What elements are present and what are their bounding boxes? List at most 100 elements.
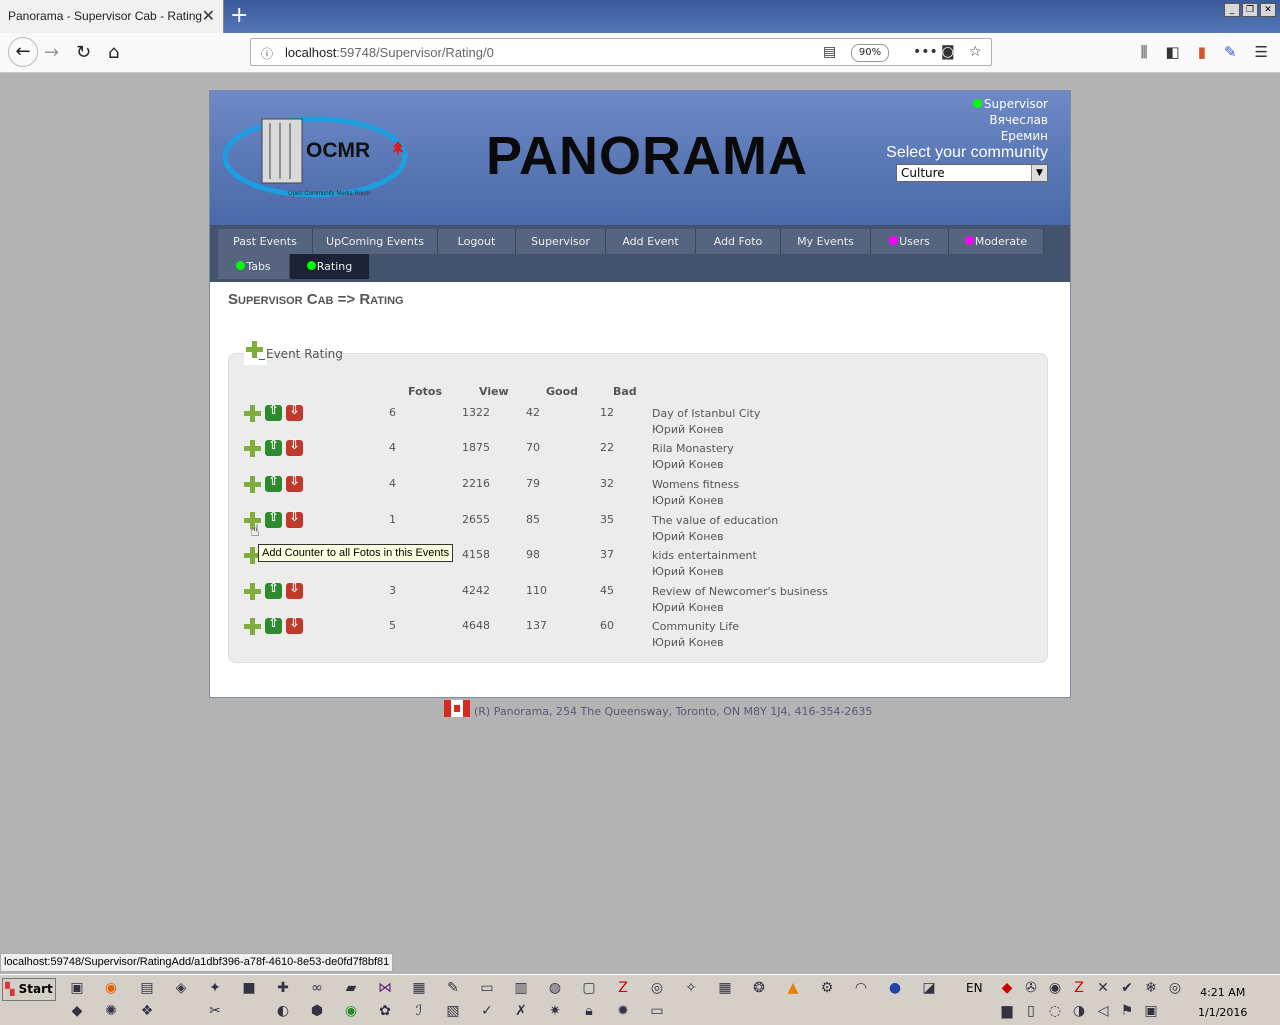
extension-2-icon[interactable]: ✎ bbox=[1224, 43, 1237, 61]
library-icon[interactable]: ⫼ bbox=[1141, 43, 1148, 61]
site-info-icon[interactable]: ⓘ bbox=[261, 45, 273, 62]
tray-icon[interactable]: Z bbox=[1068, 978, 1090, 998]
language-indicator[interactable]: EN bbox=[966, 981, 983, 995]
arrow-down-icon[interactable]: ⇩ bbox=[286, 581, 303, 599]
tray-icon[interactable]: ✕ bbox=[1092, 978, 1114, 998]
app-icon[interactable]: ⬢ bbox=[306, 1001, 328, 1021]
arrow-down-icon[interactable]: ⇩ bbox=[286, 474, 303, 492]
menu-logout[interactable]: Logout bbox=[438, 229, 516, 254]
add-counter-icon[interactable] bbox=[244, 476, 261, 493]
tray-icon[interactable]: ❄ bbox=[1140, 978, 1162, 998]
add-counter-icon[interactable] bbox=[244, 405, 261, 422]
app-icon[interactable]: ▧ bbox=[442, 1001, 464, 1021]
tray-icon[interactable]: ◆ bbox=[996, 978, 1018, 998]
explorer-icon[interactable]: ▤ bbox=[136, 978, 158, 998]
arrow-down-icon[interactable]: ⇩ bbox=[286, 616, 303, 634]
app-icon[interactable]: ■ bbox=[238, 978, 260, 998]
arrow-up-icon[interactable]: ⇧ bbox=[265, 581, 282, 599]
app-icon[interactable]: ✗ bbox=[510, 1001, 532, 1021]
app-icon[interactable]: ▢ bbox=[578, 978, 600, 998]
app-icon[interactable]: ▦ bbox=[408, 978, 430, 998]
menu-past-events[interactable]: Past Events bbox=[218, 229, 313, 254]
extension-icon[interactable]: ▮ bbox=[1198, 43, 1206, 61]
clock[interactable]: 4:21 AM 1/1/2016 bbox=[1198, 983, 1247, 1023]
app-icon[interactable]: ◈ bbox=[170, 978, 192, 998]
tray-icon[interactable]: ◑ bbox=[1068, 1001, 1090, 1021]
save-icon[interactable]: ▭ bbox=[476, 978, 498, 998]
app-icon[interactable]: ❂ bbox=[748, 978, 770, 998]
ocmr-logo[interactable]: OCMR Open Community Media Room bbox=[222, 113, 408, 201]
menu-users[interactable]: Users bbox=[871, 229, 949, 254]
app-icon[interactable]: ✚ bbox=[272, 978, 294, 998]
app-icon[interactable]: ℐ bbox=[408, 1001, 430, 1021]
arrow-down-icon[interactable]: ⇩ bbox=[286, 510, 303, 528]
pocket-icon[interactable]: ◙ bbox=[941, 44, 955, 60]
console-icon[interactable]: ▣ bbox=[66, 978, 88, 998]
app-icon[interactable]: ◍ bbox=[544, 978, 566, 998]
app-icon[interactable]: ▰ bbox=[340, 978, 362, 998]
app-icon[interactable]: ✺ bbox=[100, 1001, 122, 1021]
app-icon[interactable]: ⚙ bbox=[816, 978, 838, 998]
arrow-down-icon[interactable]: ⇩ bbox=[286, 438, 303, 456]
url-bar[interactable]: ⓘ localhost:59748/Supervisor/Rating/0 ▤ … bbox=[250, 38, 992, 66]
app-icon[interactable]: ✿ bbox=[374, 1001, 396, 1021]
reader-view-icon[interactable]: ▤ bbox=[823, 44, 836, 60]
add-counter-icon[interactable] bbox=[244, 618, 261, 635]
visual-studio-icon[interactable]: ⋈ bbox=[374, 978, 396, 998]
app-icon[interactable]: ✦ bbox=[204, 978, 226, 998]
close-window-icon[interactable]: ✕ bbox=[1260, 3, 1276, 17]
filezilla-icon[interactable]: Z bbox=[612, 978, 634, 998]
tray-icon[interactable]: ◌ bbox=[1044, 1001, 1066, 1021]
page-actions-icon[interactable]: ••• bbox=[913, 44, 938, 60]
eclipse-icon[interactable]: ● bbox=[884, 978, 906, 998]
sidebar-icon[interactable]: ◧ bbox=[1166, 43, 1180, 61]
menu-supervisor[interactable]: Supervisor bbox=[516, 229, 606, 254]
tray-icon[interactable]: ▯ bbox=[1020, 1001, 1042, 1021]
tray-icon[interactable]: ✇ bbox=[1020, 978, 1042, 998]
firefox-icon[interactable]: ◉ bbox=[100, 978, 122, 998]
add-icon[interactable] bbox=[246, 341, 265, 360]
app-icon[interactable]: ❖ bbox=[136, 1001, 158, 1021]
arrow-up-icon[interactable]: ⇧ bbox=[265, 403, 282, 421]
flag-icon[interactable]: ⚑ bbox=[1116, 1001, 1138, 1021]
community-select[interactable]: Culture ▼ bbox=[896, 164, 1048, 182]
arrow-up-icon[interactable]: ⇧ bbox=[265, 616, 282, 634]
arrow-down-icon[interactable]: ⇩ bbox=[286, 403, 303, 421]
menu-add-foto[interactable]: Add Foto bbox=[696, 229, 781, 254]
browser-tab[interactable]: Panorama - Supervisor Cab - Rating ✕ bbox=[0, 0, 224, 33]
tray-icon[interactable]: ◉ bbox=[1044, 978, 1066, 998]
app-icon[interactable]: ✷ bbox=[544, 1001, 566, 1021]
menu-icon[interactable]: ☰ bbox=[1255, 43, 1268, 61]
app-icon[interactable]: ▥ bbox=[510, 978, 532, 998]
restore-icon[interactable]: ❐ bbox=[1242, 3, 1258, 17]
forward-icon[interactable]: → bbox=[44, 42, 59, 63]
folder-icon[interactable]: ▭ bbox=[646, 1001, 668, 1021]
arrow-up-icon[interactable]: ⇧ bbox=[265, 474, 282, 492]
new-tab-icon[interactable]: + bbox=[230, 3, 248, 28]
app-icon[interactable]: ✓ bbox=[476, 1001, 498, 1021]
minimize-icon[interactable]: _ bbox=[1224, 3, 1240, 17]
arrow-up-icon[interactable]: ⇧ bbox=[265, 510, 282, 528]
tray-icon[interactable]: ▆ bbox=[996, 1001, 1018, 1021]
menu-add-event[interactable]: Add Event bbox=[606, 229, 696, 254]
back-icon[interactable]: ← bbox=[8, 37, 38, 67]
chevron-down-icon[interactable]: ▼ bbox=[1031, 165, 1047, 181]
vlc-icon[interactable]: ▲ bbox=[782, 978, 804, 998]
menu-moderate[interactable]: Moderate bbox=[949, 229, 1044, 254]
app-icon[interactable]: ◆ bbox=[66, 1001, 88, 1021]
close-tab-icon[interactable]: ✕ bbox=[202, 6, 215, 25]
home-icon[interactable]: ⌂ bbox=[108, 42, 119, 63]
tray-icon[interactable]: ◎ bbox=[1164, 978, 1186, 998]
bookmark-star-icon[interactable]: ☆ bbox=[969, 44, 982, 60]
tray-icon[interactable]: ✔ bbox=[1116, 978, 1138, 998]
app-icon[interactable]: ◎ bbox=[646, 978, 668, 998]
menu-rating[interactable]: Rating bbox=[290, 254, 370, 279]
app-icon[interactable]: ◪ bbox=[918, 978, 940, 998]
app-icon[interactable]: ∞ bbox=[306, 978, 328, 998]
arrow-up-icon[interactable]: ⇧ bbox=[265, 438, 282, 456]
menu-upcoming-events[interactable]: UpComing Events bbox=[313, 229, 438, 254]
menu-my-events[interactable]: My Events bbox=[781, 229, 871, 254]
app-icon[interactable]: ✹ bbox=[612, 1001, 634, 1021]
zoom-indicator[interactable]: 90% bbox=[851, 44, 889, 62]
add-counter-icon[interactable] bbox=[244, 440, 261, 457]
